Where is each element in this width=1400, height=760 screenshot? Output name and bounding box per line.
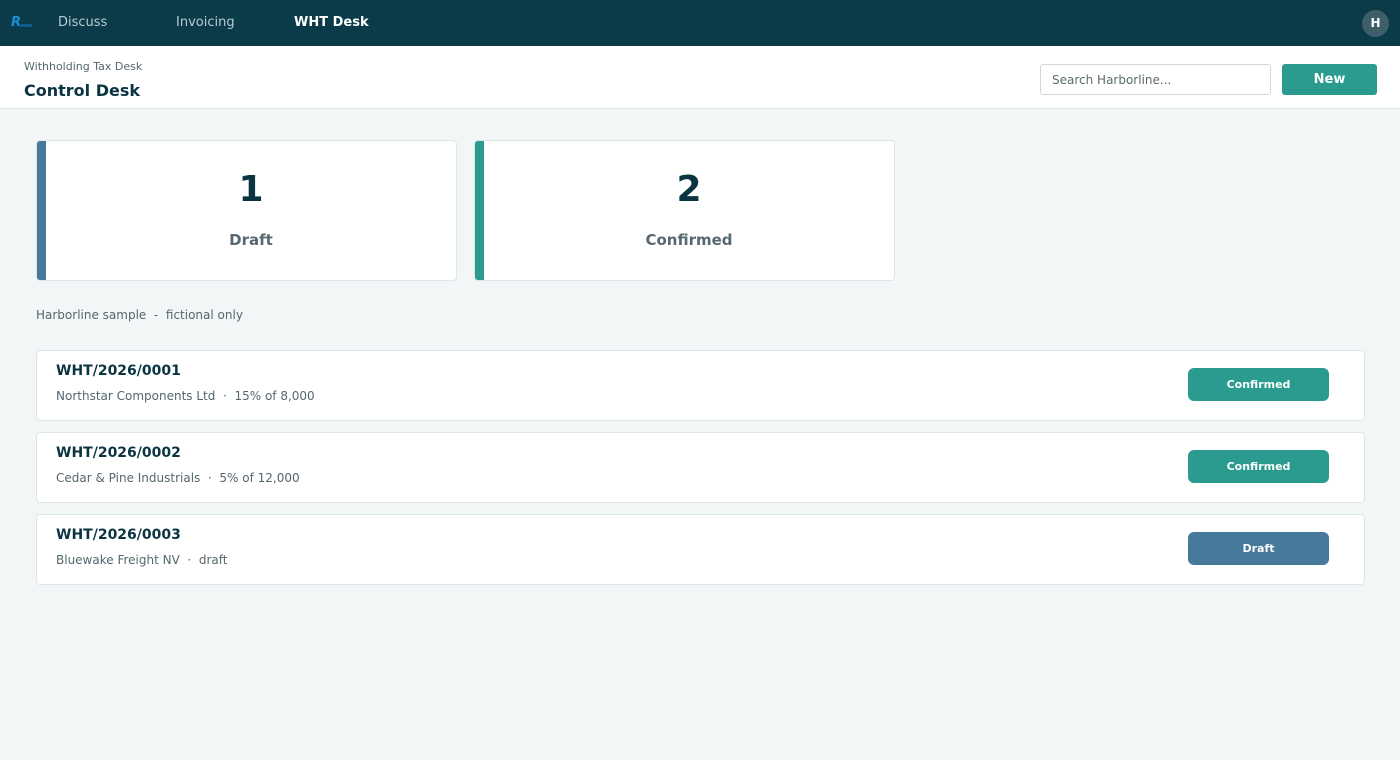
record-row[interactable]: WHT/2026/0003 Bluewake Freight NV · draf… — [36, 514, 1365, 585]
stat-card-draft[interactable]: 1 Draft — [36, 140, 457, 281]
record-detail: 5% of 12,000 — [219, 471, 300, 485]
stat-value: 2 — [676, 169, 702, 210]
nav-discuss[interactable]: Discuss — [58, 0, 107, 46]
new-button[interactable]: New — [1282, 64, 1377, 95]
app-logo-icon[interactable]: R — [10, 12, 32, 32]
record-id: WHT/2026/0002 — [56, 445, 181, 461]
search-input[interactable] — [1040, 64, 1271, 95]
stat-label: Confirmed — [645, 231, 733, 249]
nav-invoicing[interactable]: Invoicing — [176, 0, 235, 46]
stat-value: 1 — [238, 169, 264, 210]
stat-accent-bar — [37, 141, 46, 280]
record-subtitle: Cedar & Pine Industrials · 5% of 12,000 — [56, 471, 300, 485]
record-party: Northstar Components Ltd — [56, 389, 216, 403]
status-badge: Draft — [1188, 532, 1329, 565]
record-detail: 15% of 8,000 — [234, 389, 315, 403]
breadcrumb[interactable]: Withholding Tax Desk — [24, 60, 142, 73]
record-subtitle: Bluewake Freight NV · draft — [56, 553, 228, 567]
stat-label: Draft — [229, 231, 273, 249]
record-id: WHT/2026/0001 — [56, 363, 181, 379]
status-badge: Confirmed — [1188, 450, 1329, 483]
record-party: Cedar & Pine Industrials — [56, 471, 201, 485]
stat-card-confirmed[interactable]: 2 Confirmed — [474, 140, 895, 281]
page-header: Withholding Tax Desk Control Desk New — [0, 46, 1400, 109]
record-row[interactable]: WHT/2026/0002 Cedar & Pine Industrials ·… — [36, 432, 1365, 503]
user-avatar[interactable]: H — [1362, 10, 1389, 37]
page-title: Control Desk — [24, 81, 141, 100]
status-badge: Confirmed — [1188, 368, 1329, 401]
sample-note: Harborline sample - fictional only — [36, 308, 243, 322]
stat-accent-bar — [475, 141, 484, 280]
svg-text:R: R — [11, 15, 21, 30]
record-subtitle: Northstar Components Ltd · 15% of 8,000 — [56, 389, 315, 403]
record-detail: draft — [198, 553, 228, 567]
record-row[interactable]: WHT/2026/0001 Northstar Components Ltd ·… — [36, 350, 1365, 421]
top-navbar: R Discuss Invoicing WHT Desk H — [0, 0, 1400, 46]
record-id: WHT/2026/0003 — [56, 527, 181, 543]
nav-wht-desk[interactable]: WHT Desk — [294, 0, 369, 46]
record-party: Bluewake Freight NV — [56, 553, 180, 567]
